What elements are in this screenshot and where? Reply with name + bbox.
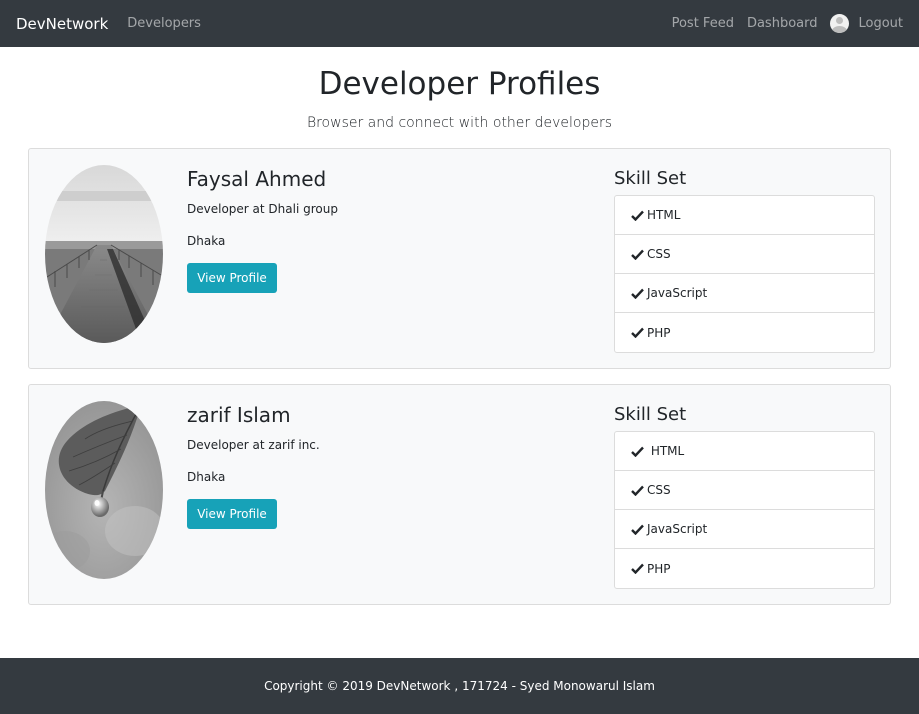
user-avatar-icon <box>830 14 850 33</box>
skill-item: PHP <box>615 549 874 588</box>
skill-label: CSS <box>647 247 671 261</box>
profile-name: Faysal Ahmed <box>187 167 327 191</box>
check-icon <box>631 327 644 338</box>
skill-label: HTML <box>647 208 681 222</box>
skill-label: JavaScript <box>647 286 708 300</box>
skill-set-heading: Skill Set <box>614 168 687 189</box>
skill-item: JavaScript <box>615 274 874 313</box>
profile-card: Faysal Ahmed Developer at Dhali group Dh… <box>28 148 891 369</box>
profile-photo <box>45 165 163 343</box>
skill-label: JavaScript <box>647 522 708 536</box>
nav-link-post-feed[interactable]: Post Feed <box>672 16 734 31</box>
skill-item: HTML <box>615 196 874 235</box>
skill-item: CSS <box>615 235 874 274</box>
logout-link[interactable]: Logout <box>817 14 903 33</box>
navbar: DevNetwork Developers Post Feed Dashboar… <box>0 0 919 47</box>
page-subtitle: Browser and connect with other developer… <box>306 115 613 131</box>
nav-link-dashboard[interactable]: Dashboard <box>747 16 818 31</box>
check-icon <box>631 563 644 574</box>
skill-item: JavaScript <box>615 510 874 549</box>
skill-label: PHP <box>647 561 671 576</box>
pier-photo <box>45 165 163 343</box>
profile-status: Developer at zarif inc. <box>187 438 320 452</box>
nav-link-developers[interactable]: Developers <box>127 16 201 31</box>
check-icon <box>631 524 644 535</box>
footer: Copyright © 2019 DevNetwork , 171724 - S… <box>0 658 919 714</box>
skill-list: HTML CSS JavaScript PHP <box>614 195 875 353</box>
skill-label: CSS <box>647 483 671 497</box>
view-profile-button[interactable]: View Profile <box>187 263 277 293</box>
profile-location: Dhaka <box>187 234 226 248</box>
brand-link[interactable]: DevNetwork <box>16 15 108 33</box>
leaf-photo <box>45 401 163 579</box>
check-icon <box>631 485 644 496</box>
check-icon <box>631 249 644 260</box>
skill-label: PHP <box>647 325 671 340</box>
skill-list: HTML CSS JavaScript PHP <box>614 431 875 589</box>
check-icon <box>631 210 644 221</box>
page-title: Developer Profiles <box>318 66 601 102</box>
nav-right: Post Feed Dashboard Logout <box>659 14 903 33</box>
skill-item: PHP <box>615 313 874 352</box>
check-icon <box>631 288 644 299</box>
profile-card: zarif Islam Developer at zarif inc. Dhak… <box>28 384 891 605</box>
profile-name: zarif Islam <box>187 403 291 427</box>
logout-label[interactable]: Logout <box>858 16 903 31</box>
skill-label: HTML <box>647 444 685 458</box>
profile-location: Dhaka <box>187 470 226 484</box>
footer-copyright: Copyright © 2019 DevNetwork , 171724 - S… <box>264 679 655 693</box>
skill-set-heading: Skill Set <box>614 404 687 425</box>
skill-item: HTML <box>615 432 874 471</box>
profile-status: Developer at Dhali group <box>187 202 338 216</box>
skill-item: CSS <box>615 471 874 510</box>
view-profile-button[interactable]: View Profile <box>187 499 277 529</box>
profile-photo <box>45 401 163 579</box>
check-icon <box>631 446 644 457</box>
